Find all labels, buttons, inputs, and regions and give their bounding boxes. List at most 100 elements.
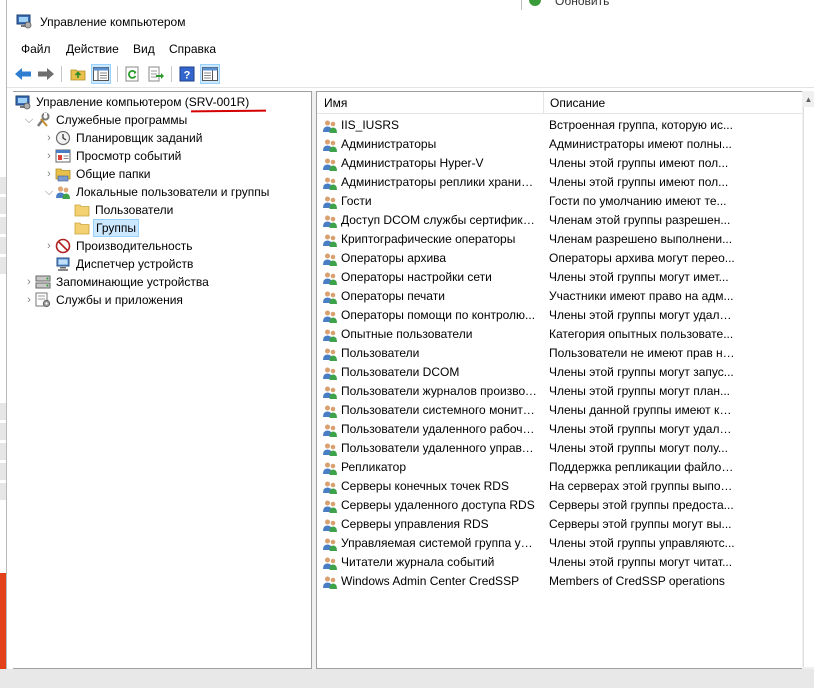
- chevron-down-icon[interactable]: ⌵: [43, 183, 55, 201]
- group-description: Члены этой группы имеют пол...: [549, 156, 729, 170]
- tree-item-system-tools[interactable]: ⌵ Служебные программы: [23, 111, 189, 129]
- table-row[interactable]: Пользователи системного монито... Члены д…: [317, 401, 807, 420]
- table-row[interactable]: Пользователи Пользователи не имеют прав н…: [317, 344, 807, 363]
- group-icon: [322, 441, 341, 457]
- group-icon: [322, 194, 341, 210]
- group-icon: [322, 517, 341, 533]
- table-row[interactable]: Серверы удаленного доступа RDS Серверы эт…: [317, 496, 807, 515]
- tree-item-storage[interactable]: › Запоминающие устройства: [23, 273, 211, 291]
- group-description: Пользователи не имеют прав на...: [549, 346, 735, 360]
- back-arrow-icon[interactable]: [13, 64, 33, 84]
- chevron-right-icon[interactable]: ›: [43, 165, 55, 183]
- table-row[interactable]: Операторы настройки сети Члены этой групп…: [317, 268, 807, 287]
- scroll-up-arrow-icon[interactable]: ▲: [802, 91, 814, 107]
- table-row[interactable]: Администраторы Администраторы имеют полны…: [317, 135, 807, 154]
- tree-item-users[interactable]: Пользователи: [74, 201, 175, 219]
- table-row[interactable]: Серверы конечных точек RDS На серверах эт…: [317, 477, 807, 496]
- group-name-cell: Серверы конечных точек RDS: [322, 477, 542, 496]
- tree-item-label: Служебные программы: [56, 113, 188, 127]
- tree-item-local-users-groups[interactable]: ⌵ Локальные пользователи и группы: [43, 183, 271, 201]
- chevron-right-icon[interactable]: ›: [23, 273, 35, 291]
- title-bar[interactable]: Обновить Управление компьютером: [7, 0, 814, 38]
- menu-view[interactable]: Вид: [133, 42, 155, 56]
- group-name: Пользователи: [341, 346, 420, 360]
- table-row[interactable]: Серверы управления RDS Серверы этой групп…: [317, 515, 807, 534]
- computer-management-window: Обновить Управление компьютером Файл Дей…: [6, 0, 814, 669]
- chevron-right-icon[interactable]: ›: [43, 237, 55, 255]
- group-description: Администраторы имеют полны...: [549, 137, 732, 151]
- table-row[interactable]: Пользователи журналов производ... Члены э…: [317, 382, 807, 401]
- groups-list: Имя Описание IIS_IUSRS Встроенная группа,…: [316, 91, 808, 669]
- action-pane-icon[interactable]: [200, 64, 220, 84]
- vertical-scrollbar[interactable]: ▲: [802, 91, 814, 669]
- group-description: Члены этой группы могут запус...: [549, 365, 734, 379]
- table-row[interactable]: Пользователи удаленного рабоче... Члены э…: [317, 420, 807, 439]
- tree-item-device-manager[interactable]: Диспетчер устройств: [55, 255, 195, 273]
- tree-item-event-viewer[interactable]: › Просмотр событий: [43, 147, 183, 165]
- group-name-cell: Пользователи системного монито...: [322, 401, 542, 420]
- table-row[interactable]: Опытные пользователи Категория опытных по…: [317, 325, 807, 344]
- tree-item-groups[interactable]: Группы: [74, 219, 139, 237]
- tree-item-root[interactable]: Управление компьютером (SRV-001R): [15, 93, 251, 111]
- table-row[interactable]: Администраторы реплики хранил... Члены эт…: [317, 173, 807, 192]
- help-icon[interactable]: ?: [177, 64, 197, 84]
- menu-help[interactable]: Справка: [169, 42, 216, 56]
- tree-item-services-apps[interactable]: › Службы и приложения: [23, 291, 185, 309]
- up-folder-icon[interactable]: [68, 64, 88, 84]
- group-name: Операторы печати: [341, 289, 445, 303]
- group-name-cell: Администраторы Hyper-V: [322, 154, 542, 173]
- group-name-cell: Windows Admin Center CredSSP: [322, 572, 542, 591]
- table-row[interactable]: Операторы печати Участники имеют право на…: [317, 287, 807, 306]
- table-row[interactable]: Управляемая системой группа уче... Члены …: [317, 534, 807, 553]
- group-description: Члены этой группы могут удале...: [549, 308, 735, 322]
- chevron-right-icon[interactable]: ›: [43, 129, 55, 147]
- group-description: Члены этой группы могут полу...: [549, 441, 728, 455]
- column-header-description[interactable]: Описание: [543, 92, 807, 114]
- table-row[interactable]: Доступ DCOM службы сертифика... Членам эт…: [317, 211, 807, 230]
- table-row[interactable]: Операторы помощи по контролю... Члены это…: [317, 306, 807, 325]
- group-description: Категория опытных пользовате...: [549, 327, 734, 341]
- group-name: Пользователи удаленного рабоче...: [341, 422, 537, 436]
- computer-management-icon: [16, 14, 32, 29]
- group-name-cell: Администраторы: [322, 135, 542, 154]
- table-row[interactable]: Операторы архива Операторы архива могут п…: [317, 249, 807, 268]
- performance-icon: [55, 238, 71, 254]
- group-name: Пользователи удаленного управл...: [341, 441, 537, 455]
- table-row[interactable]: Гости Гости по умолчанию имеют те...: [317, 192, 807, 211]
- tree-item-label: Производительность: [76, 239, 193, 253]
- tree-item-performance[interactable]: › Производительность: [43, 237, 194, 255]
- menu-action[interactable]: Действие: [66, 42, 119, 56]
- table-row[interactable]: Читатели журнала событий Члены этой групп…: [317, 553, 807, 572]
- refresh-icon[interactable]: [123, 64, 143, 84]
- group-name: Опытные пользователи: [341, 327, 473, 341]
- tree-item-label: Диспетчер устройств: [76, 257, 194, 271]
- group-name: IIS_IUSRS: [341, 118, 400, 132]
- tree-item-label: Запоминающие устройства: [56, 275, 209, 289]
- tree-item-shared-folders[interactable]: › Общие папки: [43, 165, 152, 183]
- group-icon: [322, 536, 341, 552]
- table-row[interactable]: Администраторы Hyper-V Члены этой группы …: [317, 154, 807, 173]
- chevron-down-icon[interactable]: ⌵: [23, 111, 35, 129]
- table-row[interactable]: Пользователи DCOM Члены этой группы могут…: [317, 363, 807, 382]
- show-hide-console-tree-icon[interactable]: [91, 64, 111, 84]
- group-description: Встроенная группа, которую ис...: [549, 118, 733, 132]
- table-row[interactable]: Криптографические операторы Членам разреш…: [317, 230, 807, 249]
- tree-item-label: Планировщик заданий: [76, 131, 203, 145]
- table-row[interactable]: Windows Admin Center CredSSP Members of C…: [317, 572, 807, 591]
- toolbar-separator: [171, 66, 172, 82]
- table-row[interactable]: Репликатор Поддержка репликации файлов...: [317, 458, 807, 477]
- table-row[interactable]: IIS_IUSRS Встроенная группа, которую ис..…: [317, 116, 807, 135]
- menu-file[interactable]: Файл: [21, 42, 51, 56]
- group-name-cell: Администраторы реплики хранил...: [322, 173, 542, 192]
- tree-item-task-scheduler[interactable]: › Планировщик заданий: [43, 129, 204, 147]
- export-list-icon[interactable]: [146, 64, 166, 84]
- group-description: Серверы этой группы предоста...: [549, 498, 734, 512]
- column-header-name[interactable]: Имя: [317, 92, 542, 114]
- table-row[interactable]: Пользователи удаленного управл... Члены э…: [317, 439, 807, 458]
- scrollbar-track[interactable]: [803, 107, 814, 667]
- chevron-right-icon[interactable]: ›: [23, 291, 35, 309]
- group-description: Члены этой группы управляютс...: [549, 536, 735, 550]
- background-window-label: Обновить: [555, 0, 610, 8]
- forward-arrow-icon[interactable]: [36, 64, 56, 84]
- chevron-right-icon[interactable]: ›: [43, 147, 55, 165]
